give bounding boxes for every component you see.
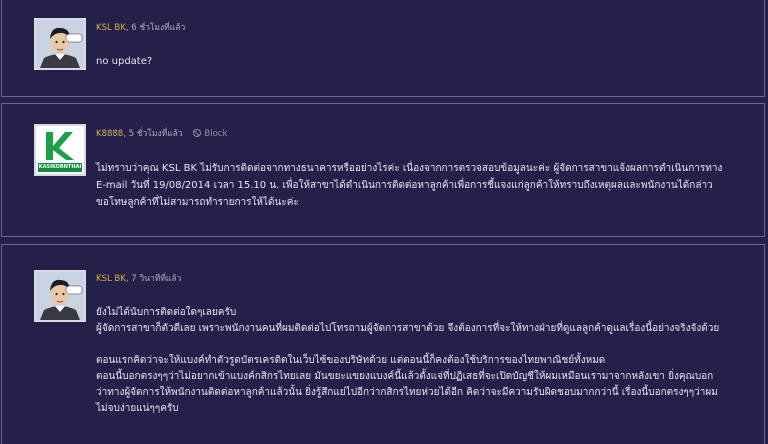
comment-post: KSL BK, 6 ชั่วโมงที่แล้ว no update? (1, 0, 765, 97)
cartoon-man-avatar-icon[interactable] (34, 270, 86, 322)
comment-feed: KSL BK, 6 ชั่วโมงที่แล้ว no update? KASI… (0, 0, 768, 444)
comment-paragraph: ไม่ทราบว่าคุณ KSL BK ไม่รับการติดต่อจากท… (96, 163, 723, 208)
comment-paragraph: ตอนนี้บอกตรงๆๆว่าไม่อยากเข้าแบงค์กสิกรไท… (96, 371, 718, 414)
comment-paragraph: ยังไม่ได้นับการติดต่อใดๆเลยครับ (96, 307, 237, 318)
author-name[interactable]: K8888 (96, 129, 123, 139)
comment-meta: KSL BK, 6 ชั่วโมงที่แล้ว (96, 22, 185, 34)
comment-meta: KSL BK, 7 วินาทีที่แล้ว (96, 273, 181, 285)
cartoon-man-avatar-icon[interactable] (34, 18, 86, 70)
block-label: Block (204, 129, 228, 139)
comment-body: no update? (96, 56, 724, 68)
block-button[interactable]: Block (193, 129, 227, 139)
post-time: , 6 ชั่วโมงที่แล้ว (125, 23, 186, 33)
author-name[interactable]: KSL BK (96, 23, 126, 33)
logo-text: KASIKORNTHAI (38, 164, 82, 170)
post-time: , 7 วินาทีที่แล้ว (125, 274, 182, 284)
comment-paragraph: ตอนแรกคิดว่าจะให้แบงค์ทำตัวรูดบัตรเครดิต… (96, 355, 606, 366)
block-icon (193, 129, 202, 137)
comment-paragraph: no update? (96, 56, 153, 67)
comment-body: ยังไม่ได้นับการติดต่อใดๆเลยครับ ผู้จัดกา… (96, 305, 724, 417)
comment-paragraph: ผู้จัดการสาขาก็ตัวดีเลย เพราะพนักงานคนที… (96, 323, 720, 334)
author-name[interactable]: KSL BK (96, 274, 126, 284)
comment-meta: K8888, 5 ชั่วโมงที่แล้ว Block (96, 128, 227, 140)
post-time: , 5 ชั่วโมงที่แล้ว (123, 129, 183, 139)
kasikornthai-logo[interactable]: KASIKORNTHAI (34, 124, 86, 176)
comment-body: ไม่ทราบว่าคุณ KSL BK ไม่รับการติดต่อจากท… (96, 160, 724, 211)
comment-post: KASIKORNTHAI K8888, 5 ชั่วโมงที่แล้ว Blo… (1, 103, 765, 237)
comment-post: KSL BK, 7 วินาทีที่แล้ว ยังไม่ได้นับการต… (1, 244, 765, 444)
